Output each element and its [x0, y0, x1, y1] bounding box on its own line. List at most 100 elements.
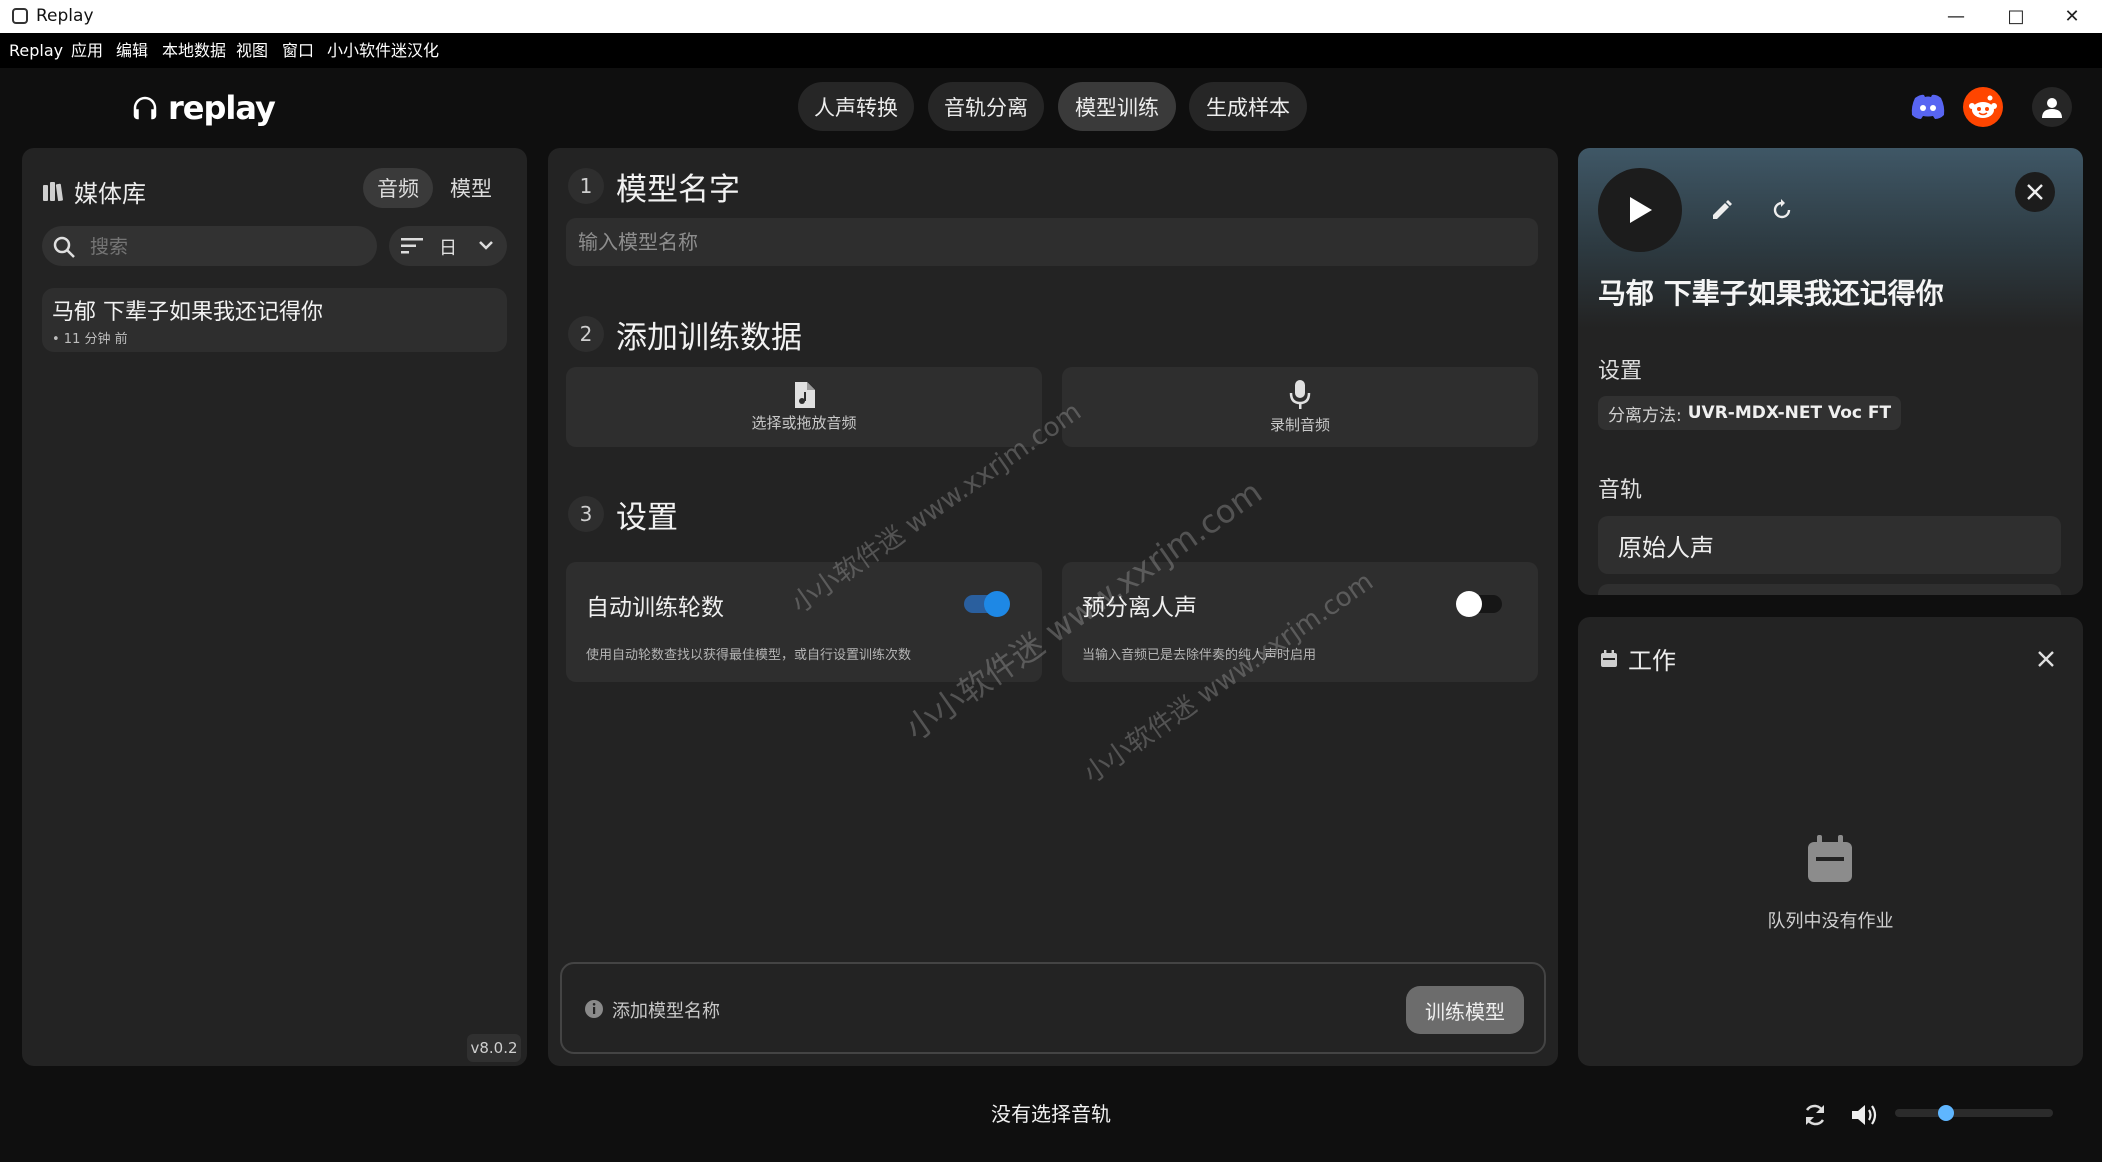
logo-text: replay [168, 89, 276, 127]
pre-separate-desc: 当输入音频已是去除伴奏的纯人声时启用 [1082, 648, 1317, 663]
step-number-1: 1 [568, 168, 604, 204]
track-item[interactable]: 原始人声 [1598, 516, 2061, 574]
menu-replay[interactable]: Replay [9, 33, 63, 68]
pencil-icon [1713, 200, 1732, 219]
audio-file-icon [795, 381, 815, 408]
close-icon [2027, 184, 2043, 200]
library-item-title: 马郁 下辈子如果我还记得你 [52, 300, 323, 325]
tab-stem-separation[interactable]: 音轨分离 [928, 82, 1044, 131]
close-jobs-button[interactable] [2028, 641, 2064, 677]
menu-edit[interactable]: 编辑 [116, 33, 148, 68]
close-icon [2038, 651, 2054, 667]
select-audio-dropzone[interactable]: 选择或拖放音频 [566, 367, 1042, 447]
tab-model-training[interactable]: 模型训练 [1058, 82, 1176, 131]
now-playing-status: 没有选择音轨 [991, 1102, 1111, 1126]
library-tab-audio[interactable]: 音频 [363, 168, 433, 208]
play-icon [1630, 197, 1652, 223]
volume-knob[interactable] [1938, 1105, 1954, 1121]
toggle-knob [984, 591, 1010, 617]
library-header: 媒体库 [42, 174, 146, 209]
detail-title: 马郁 下辈子如果我还记得你 [1598, 277, 1944, 310]
auto-epochs-card: 自动训练轮数 使用自动轮数查找以获得最佳模型，或自行设置训练次数 [566, 562, 1042, 682]
sort-icon [401, 238, 423, 254]
pre-separate-title: 预分离人声 [1082, 595, 1197, 621]
jobs-title: 工作 [1628, 647, 1676, 675]
info-icon [585, 1000, 603, 1018]
app-icon [12, 8, 28, 24]
close-window-icon[interactable]: ✕ [2042, 0, 2102, 33]
model-training-panel: 1 模型名字 2 添加训练数据 选择或拖放音频 录制音频 3 设置 自动训练轮数… [548, 148, 1558, 1066]
jobs-empty-text: 队列中没有作业 [1767, 911, 1894, 932]
menu-bar: Replay 应用 编辑 本地数据 视图 窗口 小小软件迷汉化 [0, 33, 2102, 68]
loop-button[interactable] [1798, 1098, 1832, 1132]
auto-epochs-toggle[interactable] [964, 591, 1010, 617]
training-data-title: 添加训练数据 [616, 320, 802, 356]
close-detail-button[interactable] [2015, 172, 2055, 212]
search-input[interactable] [88, 226, 362, 268]
auto-epochs-title: 自动训练轮数 [586, 595, 724, 621]
toggle-knob [1456, 591, 1482, 617]
title-bar: Replay — □ ✕ [0, 0, 2102, 33]
model-name-input[interactable] [566, 218, 1538, 266]
library-title: 媒体库 [74, 180, 146, 208]
model-name-title: 模型名字 [616, 172, 740, 208]
menu-local-data[interactable]: 本地数据 [162, 33, 226, 68]
menu-window[interactable]: 窗口 [282, 33, 314, 68]
tab-generate-samples[interactable]: 生成样本 [1189, 82, 1307, 131]
tab-voice-conversion[interactable]: 人声转换 [798, 82, 914, 131]
search-icon [53, 236, 75, 258]
loop-icon [1805, 1104, 1825, 1126]
jobs-panel: 工作 队列中没有作业 [1578, 617, 2083, 1066]
volume-icon [1852, 1105, 1877, 1125]
play-button[interactable] [1598, 168, 1682, 252]
separation-chip: 分离方法: UVR-MDX-NET Voc FT [1598, 396, 1902, 430]
maximize-icon[interactable]: □ [1986, 0, 2046, 33]
pre-separate-card: 预分离人声 当输入音频已是去除伴奏的纯人声时启用 [1062, 562, 1538, 682]
pre-separate-toggle[interactable] [1456, 591, 1502, 617]
volume-button[interactable] [1848, 1098, 1882, 1132]
refresh-icon [1773, 199, 1791, 219]
jobs-header: 工作 [1600, 641, 1676, 676]
track-detail-panel: 马郁 下辈子如果我还记得你 设置 分离方法: UVR-MDX-NET Voc F… [1578, 148, 2083, 595]
library-icon [43, 181, 63, 201]
discord-icon[interactable] [1908, 87, 1948, 127]
user-icon[interactable] [2032, 87, 2072, 127]
search-box[interactable] [42, 226, 377, 268]
menu-app[interactable]: 应用 [71, 33, 103, 68]
record-audio-label: 录制音频 [1269, 415, 1330, 434]
edit-button[interactable] [1704, 192, 1740, 228]
logo: replay [130, 88, 276, 128]
refresh-button[interactable] [1764, 192, 1800, 228]
menu-view[interactable]: 视图 [236, 33, 268, 68]
reddit-icon[interactable] [1963, 87, 2003, 127]
step-number-2: 2 [568, 316, 604, 352]
microphone-icon [1289, 379, 1311, 409]
empty-calendar-icon [1808, 835, 1852, 882]
detail-settings-label: 设置 [1598, 359, 1643, 384]
tracks-label: 音轨 [1598, 478, 1643, 503]
chevron-down-icon [479, 241, 493, 250]
separation-value: UVR-MDX-NET Voc FT [1687, 403, 1892, 423]
calendar-icon [1601, 649, 1617, 667]
select-audio-label: 选择或拖放音频 [751, 413, 857, 432]
library-item-time: • 11 分钟 前 [52, 332, 128, 347]
library-item[interactable]: 马郁 下辈子如果我还记得你 • 11 分钟 前 [42, 288, 507, 352]
minimize-icon[interactable]: — [1926, 0, 1986, 33]
window-title: Replay [36, 6, 94, 26]
step-number-3: 3 [568, 496, 604, 532]
settings-title: 设置 [616, 500, 678, 536]
library-tab-models[interactable]: 模型 [436, 168, 506, 208]
version-badge: v8.0.2 [467, 1034, 521, 1062]
auto-epochs-desc: 使用自动轮数查找以获得最佳模型，或自行设置训练次数 [586, 648, 912, 663]
track-item-partial [1598, 584, 2061, 595]
headphones-icon [133, 96, 157, 120]
hint-text: 添加模型名称 [612, 1001, 720, 1022]
sort-dropdown[interactable]: 日 [389, 226, 507, 266]
record-audio-button[interactable]: 录制音频 [1062, 367, 1538, 447]
training-footer: 添加模型名称 训练模型 [560, 962, 1546, 1054]
volume-slider[interactable] [1895, 1105, 2053, 1121]
train-model-button[interactable]: 训练模型 [1406, 986, 1524, 1034]
sort-value: 日 [439, 238, 457, 259]
menu-localization[interactable]: 小小软件迷汉化 [327, 33, 439, 68]
media-library-panel: 媒体库 音频 模型 日 马郁 下辈子如果我还记得你 • 11 分钟 前 v8.0… [22, 148, 527, 1066]
